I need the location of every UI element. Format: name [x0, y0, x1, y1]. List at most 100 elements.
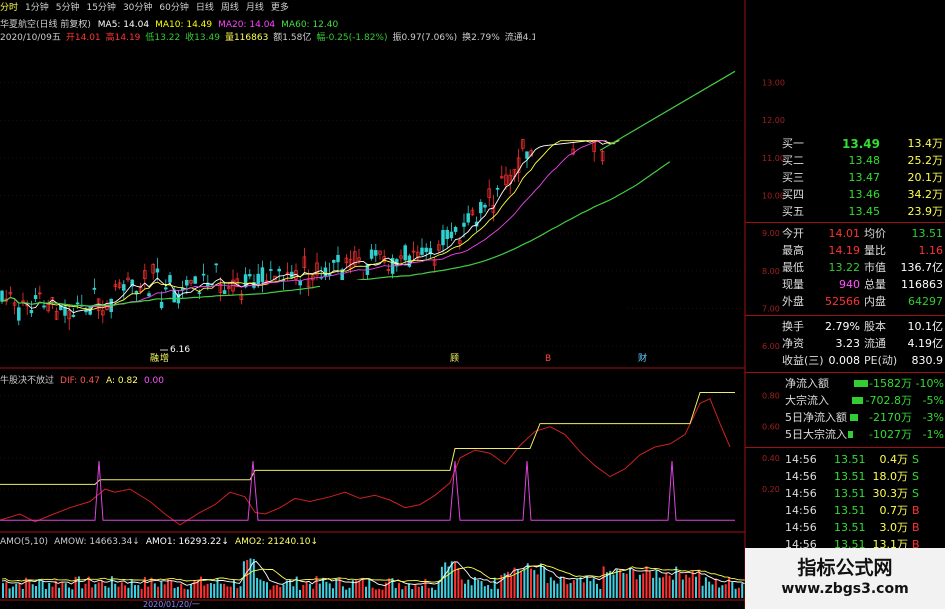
volume-legend: AMO(5,10) AMOW: 14663.34↓ AMO1: 16293.22↓ A…: [0, 537, 324, 547]
vol-bar-99: [328, 583, 331, 598]
vol-bar-185: [612, 574, 615, 598]
stat-row-1: 最高 14.19 量比 1.16: [782, 243, 945, 259]
vol-bar-84: [279, 586, 282, 598]
kline-ytick-6: 12.00: [762, 116, 785, 125]
vol-bar-111: [368, 578, 371, 598]
vol-bar-17: [58, 587, 61, 598]
quote-sep-3: [745, 447, 945, 448]
vol-bar-215: [711, 584, 714, 598]
bid-label-3: 买四: [782, 188, 804, 201]
vol-bar-90: [299, 589, 301, 598]
tick-price-0: 13.51: [834, 453, 866, 466]
flow-pct-0: -10%: [915, 377, 944, 390]
vol-bar-74: [246, 559, 249, 598]
vol-label-3: AMO2: 21240.10↓: [234, 537, 319, 547]
vol-bar-188: [622, 572, 625, 598]
vol-bar-139: [460, 579, 463, 598]
vol-bar-57: [190, 584, 193, 598]
vol-bar-174: [576, 578, 579, 598]
vol-bar-138: [457, 567, 460, 598]
stat-b-value-3: 116863: [901, 278, 943, 291]
stat-a-label-2: 最低: [782, 261, 804, 274]
candle-114: [479, 202, 483, 214]
vol-bar-52: [173, 588, 176, 598]
vol-bar-192: [635, 579, 638, 598]
tick-volume-2: 30.3万: [872, 487, 909, 500]
vol-bar-56: [186, 589, 189, 598]
vol-bar-127: [421, 585, 424, 598]
candle-118: [495, 187, 500, 190]
vol-bar-68: [226, 586, 229, 598]
vol-bar-115: [381, 589, 384, 598]
vol-label-1: AMOW: 14663.34↓: [54, 537, 140, 547]
kline-ytick-2: 8.00: [762, 267, 780, 276]
candle-101: [424, 247, 428, 253]
kline-ytick-0: 6.00: [762, 342, 780, 351]
vol-bar-168: [556, 583, 559, 598]
vol-bar-194: [642, 573, 645, 598]
stat-row-2: 最低 13.22 市值 136.7亿: [782, 260, 945, 276]
vol-bar-173: [572, 580, 575, 598]
stat-a-value-2: 13.22: [828, 261, 861, 274]
bid-price-3: 13.46: [848, 188, 881, 201]
candle-111: [466, 213, 470, 223]
vol-bar-144: [477, 579, 480, 598]
vol-bar-20: [68, 587, 70, 598]
bid-label-0: 买一: [782, 137, 804, 150]
vol-bar-72: [239, 586, 242, 598]
vol-bar-35: [117, 586, 120, 598]
flow-bar-2: [850, 414, 858, 421]
vol-bar-47: [157, 586, 160, 598]
vol-bar-18: [61, 582, 64, 598]
kline-annotation-1: 融: [150, 353, 159, 364]
bid-price-1: 13.48: [848, 154, 881, 167]
vol-bar-41: [137, 585, 140, 598]
tick-volume-3: 0.7万: [879, 504, 909, 517]
tick-side-0: S: [912, 453, 919, 466]
candle-48: [201, 273, 206, 276]
flow-pct-3: -1%: [922, 428, 944, 441]
vol-bar-209: [691, 570, 694, 598]
vol-bar-186: [615, 569, 618, 598]
vol-bar-160: [530, 568, 532, 598]
tick-row-1: 14:56 13.51 18.0万 S: [782, 469, 945, 485]
vol-bar-51: [170, 580, 173, 598]
candle-64: [269, 269, 273, 271]
candle-110: [462, 222, 466, 227]
vol-bar-146: [483, 586, 486, 598]
vol-bar-44: [147, 586, 150, 598]
bid-volume-1: 25.2万: [907, 154, 944, 167]
vol-bar-77: [256, 577, 259, 598]
watermark-title: 指标公式网: [797, 557, 893, 579]
candle-7: [29, 310, 34, 314]
vol-bar-87: [289, 579, 292, 598]
bid-price-4: 13.45: [848, 205, 881, 218]
vol-bar-71: [236, 588, 239, 598]
stat-a-value-1: 14.19: [828, 244, 861, 257]
vol-bar-216: [714, 578, 717, 598]
vol-bar-114: [378, 588, 381, 598]
stat2-row-1: 净资 3.23 流通 4.19亿: [782, 336, 945, 352]
flow-bar-3: [848, 431, 853, 438]
tick-price-4: 13.51: [834, 521, 866, 534]
vol-bar-157: [520, 570, 523, 598]
candle-18: [75, 302, 80, 305]
tick-time-2: 14:56: [785, 487, 817, 500]
kline-annotation-5: 财: [638, 352, 647, 364]
kline-annotation-4: B: [545, 354, 551, 364]
flow-row-2: 5日净流入额 -2170万 -3%: [782, 410, 945, 426]
vol-bar-117: [388, 578, 391, 598]
vol-bar-64: [213, 583, 216, 598]
candle-96: [403, 245, 407, 261]
kline-annotation-3: 顾: [450, 353, 459, 364]
bid-label-4: 买五: [782, 205, 804, 218]
bid-price-2: 13.47: [848, 171, 881, 184]
flow-pct-1: -5%: [922, 394, 944, 407]
vol-bar-15: [51, 586, 54, 598]
vol-bar-200: [662, 577, 664, 598]
candle-66: [277, 268, 281, 272]
vol-bar-126: [417, 586, 420, 598]
vol-bar-132: [437, 581, 440, 598]
candle-71: [298, 280, 302, 286]
tick-price-1: 13.51: [834, 470, 866, 483]
